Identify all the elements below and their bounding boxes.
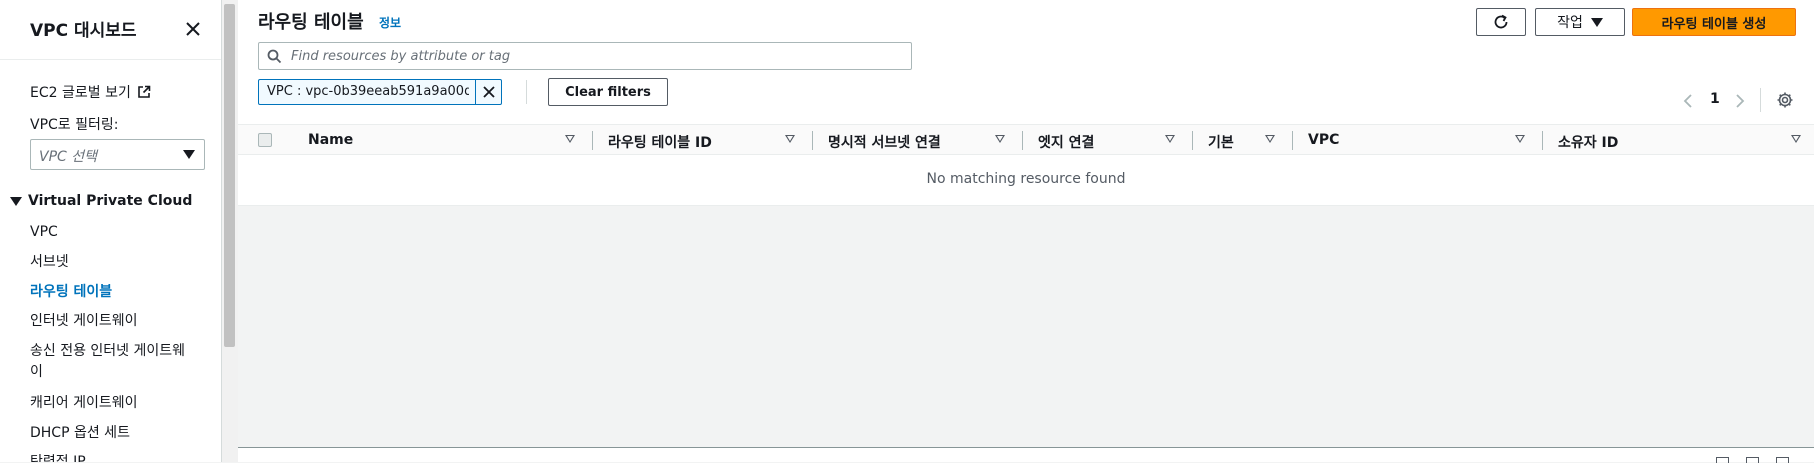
sidebar-scrollbar-thumb[interactable] bbox=[224, 4, 235, 347]
column-header-owner-id[interactable]: 소유자 ID bbox=[1558, 132, 1618, 152]
sidebar-item-dhcp-option-sets[interactable]: DHCP 옵션 세트 bbox=[30, 423, 195, 444]
filter-token: VPC : vpc-0b39eeab591a9a00d bbox=[258, 79, 502, 105]
sort-icon[interactable] bbox=[995, 135, 1005, 143]
caret-down-icon bbox=[183, 150, 195, 159]
split-panel-bar bbox=[238, 447, 1814, 463]
sort-icon[interactable] bbox=[1515, 135, 1525, 143]
sort-icon[interactable] bbox=[1265, 135, 1275, 143]
table-header: Name 라우팅 테이블 ID 명시적 서브넷 연결 엣지 연결 기본 VPC … bbox=[238, 124, 1814, 155]
refresh-button[interactable] bbox=[1476, 8, 1526, 36]
column-header-route-table-id[interactable]: 라우팅 테이블 ID bbox=[608, 132, 712, 152]
column-header-name[interactable]: Name bbox=[308, 132, 353, 148]
close-icon[interactable] bbox=[182, 18, 204, 40]
column-resizer[interactable] bbox=[1192, 131, 1193, 150]
empty-state-message: No matching resource found bbox=[926, 171, 1126, 187]
sidebar-item-vpc[interactable]: VPC bbox=[30, 222, 195, 243]
sidebar-item-subnets[interactable]: 서브넷 bbox=[30, 252, 195, 273]
main-content: 라우팅 테이블 정보 작업 라우팅 테이블 생성 VPC : vpc-0b39e… bbox=[238, 0, 1814, 463]
sort-icon[interactable] bbox=[565, 135, 575, 143]
column-header-edge-associations[interactable]: 엣지 연결 bbox=[1038, 132, 1094, 152]
select-all-checkbox[interactable] bbox=[258, 133, 272, 147]
route-tables-panel: 라우팅 테이블 정보 작업 라우팅 테이블 생성 VPC : vpc-0b39e… bbox=[238, 0, 1814, 206]
sidebar-item-internet-gateways[interactable]: 인터넷 게이트웨이 bbox=[30, 311, 195, 332]
vpc-select-placeholder: VPC 선택 bbox=[39, 149, 98, 165]
column-resizer[interactable] bbox=[1292, 131, 1293, 150]
vpc-filter-label: VPC로 필터링: bbox=[30, 117, 119, 133]
column-resizer[interactable] bbox=[812, 131, 813, 150]
filter-token-label: VPC : vpc-0b39eeab591a9a00d bbox=[267, 84, 469, 99]
panel-hide-icon[interactable] bbox=[1776, 457, 1789, 463]
column-header-vpc[interactable]: VPC bbox=[1308, 132, 1339, 148]
gear-icon[interactable] bbox=[1776, 91, 1794, 109]
column-resizer[interactable] bbox=[592, 131, 593, 150]
search-input[interactable] bbox=[291, 47, 891, 65]
chevron-left-icon[interactable] bbox=[1682, 93, 1694, 109]
caret-down-icon bbox=[10, 196, 22, 206]
search-icon bbox=[267, 49, 282, 64]
column-resizer[interactable] bbox=[1022, 131, 1023, 150]
panel-side-icon[interactable] bbox=[1746, 457, 1759, 463]
close-icon bbox=[483, 86, 495, 98]
sidebar-title: VPC 대시보드 bbox=[30, 21, 137, 41]
sidebar-item-egress-only-internet-gateways[interactable]: 송신 전용 인터넷 게이트웨이 bbox=[30, 341, 195, 383]
divider bbox=[526, 80, 527, 104]
vpc-select[interactable]: VPC 선택 bbox=[30, 139, 205, 170]
create-route-table-button[interactable]: 라우팅 테이블 생성 bbox=[1632, 8, 1796, 36]
external-link-icon bbox=[138, 85, 151, 98]
sidebar-header: VPC 대시보드 bbox=[0, 0, 221, 60]
chevron-right-icon[interactable] bbox=[1734, 93, 1746, 109]
actions-label: 작업 bbox=[1557, 15, 1583, 31]
sort-icon[interactable] bbox=[1791, 135, 1801, 143]
section-label: Virtual Private Cloud bbox=[28, 193, 193, 209]
sidebar-item-carrier-gateways[interactable]: 캐리어 게이트웨이 bbox=[30, 393, 195, 414]
ec2-global-view-link[interactable]: EC2 글로벌 보기 bbox=[30, 82, 151, 102]
column-header-explicit-subnet-associations[interactable]: 명시적 서브넷 연결 bbox=[828, 132, 941, 152]
page-number[interactable]: 1 bbox=[1710, 91, 1720, 107]
refresh-icon bbox=[1494, 14, 1508, 29]
ec2-global-view-label: EC2 글로벌 보기 bbox=[30, 85, 131, 101]
remove-filter-button[interactable] bbox=[475, 80, 502, 104]
column-resizer[interactable] bbox=[1542, 131, 1543, 150]
sidebar: VPC 대시보드 EC2 글로벌 보기 VPC로 필터링: VPC 선택 Vir… bbox=[0, 0, 222, 462]
actions-button[interactable]: 작업 bbox=[1535, 8, 1625, 36]
page-title: 라우팅 테이블 bbox=[258, 12, 364, 33]
sidebar-item-elastic-ips[interactable]: 탄력적 IP bbox=[30, 452, 195, 462]
panel-bottom-icon[interactable] bbox=[1716, 457, 1729, 463]
sidebar-item-route-tables[interactable]: 라우팅 테이블 bbox=[30, 282, 195, 303]
column-header-main[interactable]: 기본 bbox=[1208, 132, 1234, 152]
clear-filters-button[interactable]: Clear filters bbox=[548, 78, 668, 106]
sort-icon[interactable] bbox=[785, 135, 795, 143]
section-virtual-private-cloud[interactable]: Virtual Private Cloud bbox=[10, 193, 192, 209]
caret-down-icon bbox=[1590, 17, 1603, 27]
info-link[interactable]: 정보 bbox=[379, 14, 401, 31]
divider bbox=[1760, 88, 1761, 112]
search-bar[interactable] bbox=[258, 42, 912, 70]
sort-icon[interactable] bbox=[1165, 135, 1175, 143]
